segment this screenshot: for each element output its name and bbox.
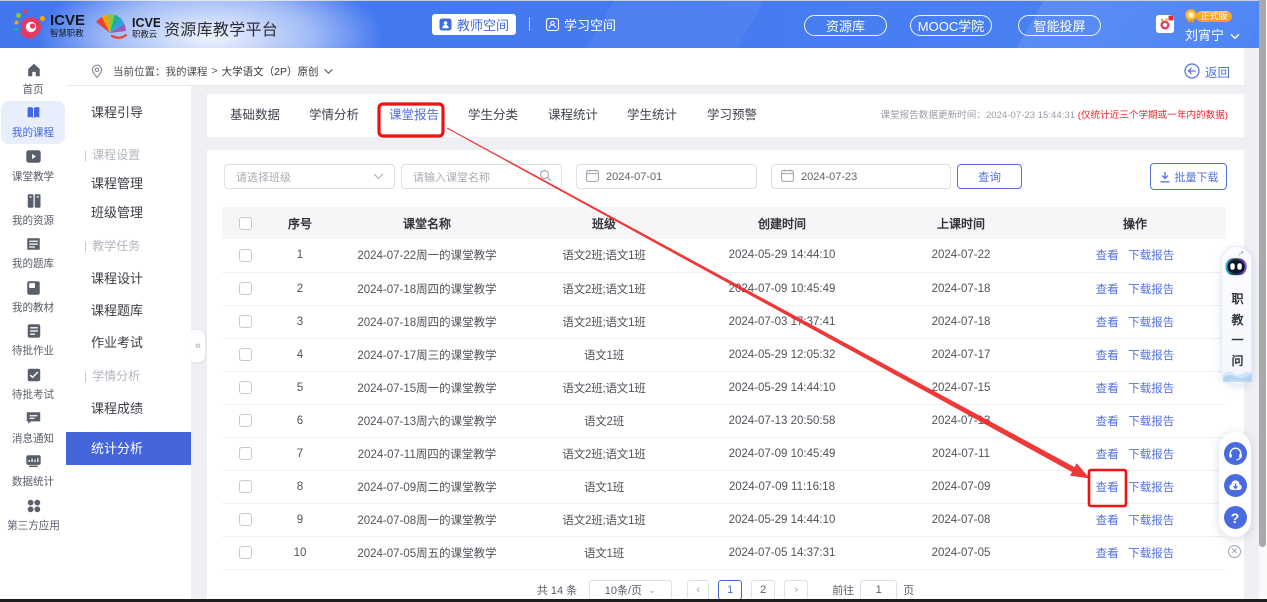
svg-text:ICVE: ICVE xyxy=(132,16,160,30)
svg-text:ICVE: ICVE xyxy=(50,12,85,29)
svg-text:智慧职教: 智慧职教 xyxy=(50,28,84,38)
svg-text:职教云: 职教云 xyxy=(132,29,157,39)
